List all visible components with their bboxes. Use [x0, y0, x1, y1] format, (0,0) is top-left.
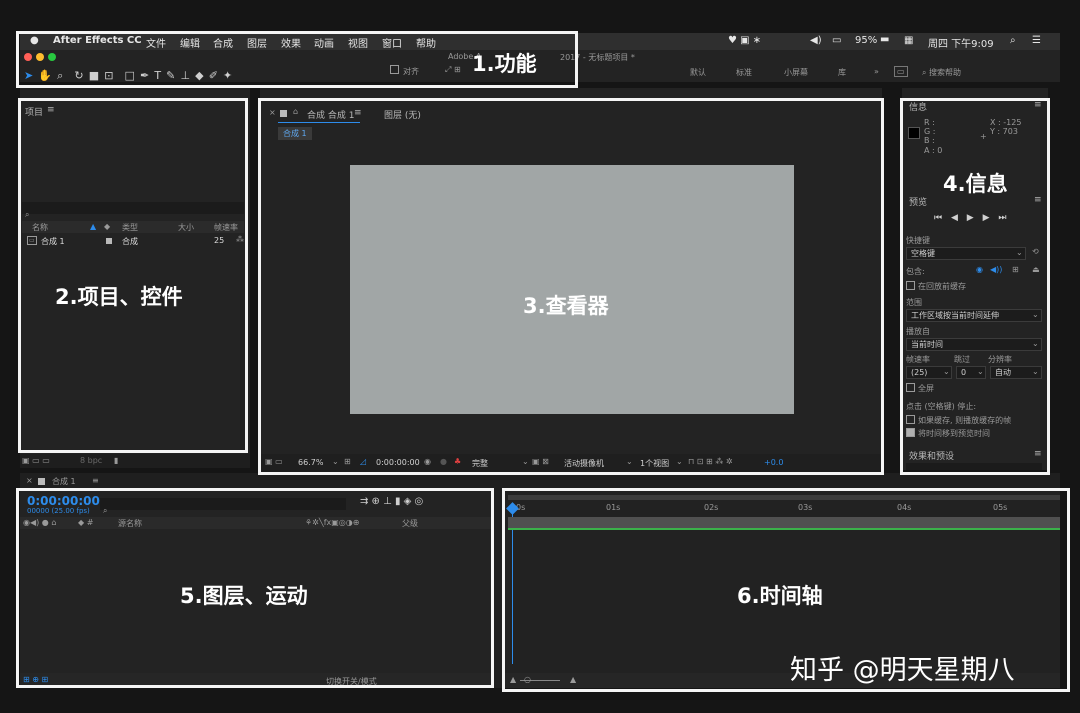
spotlight-icon[interactable]: ⌕ — [1010, 35, 1016, 46]
timeline-menu-icon[interactable]: ≡ — [92, 476, 99, 485]
annotation-1: 1.功能 — [472, 52, 537, 76]
annotation-2: 2.项目、控件 — [55, 285, 183, 309]
workspace-small[interactable]: 小屏幕 — [784, 67, 808, 78]
notification-icon[interactable]: ☰ — [1032, 35, 1041, 46]
annotation-4: 4.信息 — [943, 172, 1008, 196]
clock[interactable]: 周四 下午9:09 — [928, 35, 994, 50]
trash-icon[interactable]: ▮ — [114, 456, 118, 465]
search-help[interactable]: ⌕ 搜索帮助 — [922, 67, 961, 78]
timeline-close-icon[interactable]: × — [26, 476, 33, 485]
annotation-5: 5.图层、运动 — [180, 584, 308, 608]
annotation-box-4 — [900, 98, 1050, 475]
workspace-standard[interactable]: 标准 — [736, 67, 752, 78]
screenshot-root: { "menubar":{"apple":"","app":"After Eff… — [0, 0, 1080, 713]
more-workspaces-icon[interactable]: » — [874, 67, 879, 76]
workspace-default[interactable]: 默认 — [690, 67, 706, 78]
timeline-color-swatch — [38, 478, 45, 485]
input-icon[interactable]: ▦ — [904, 35, 913, 46]
annotation-box-3 — [258, 98, 884, 475]
annotation-3: 3.查看器 — [523, 294, 609, 318]
workspace-library[interactable]: 库 — [838, 67, 846, 78]
project-footer: ▣ ▭ ▭ 8 bpc ▮ — [20, 454, 250, 468]
battery-icon: ▬ — [880, 34, 890, 45]
annotation-6: 6.时间轴 — [737, 584, 823, 608]
interpret-icons[interactable]: ▣ ▭ ▭ — [22, 456, 50, 465]
timeline-tab[interactable]: 合成 1 — [52, 476, 76, 487]
annotation-box-2 — [18, 98, 248, 453]
battery-percent[interactable]: 95% — [855, 35, 877, 46]
watermark: 知乎 @明天星期八 — [790, 655, 1015, 686]
airplay-icon[interactable]: ▭ — [832, 35, 841, 46]
search-help-label: 搜索帮助 — [929, 68, 962, 77]
status-icons[interactable]: ♥ ▣ ∗ — [728, 35, 761, 46]
sync-icon[interactable]: ▭ — [894, 66, 908, 77]
search-icon: ⌕ — [922, 68, 930, 77]
bpc-label[interactable]: 8 bpc — [80, 456, 102, 465]
volume-icon[interactable]: ◀) — [810, 35, 822, 46]
